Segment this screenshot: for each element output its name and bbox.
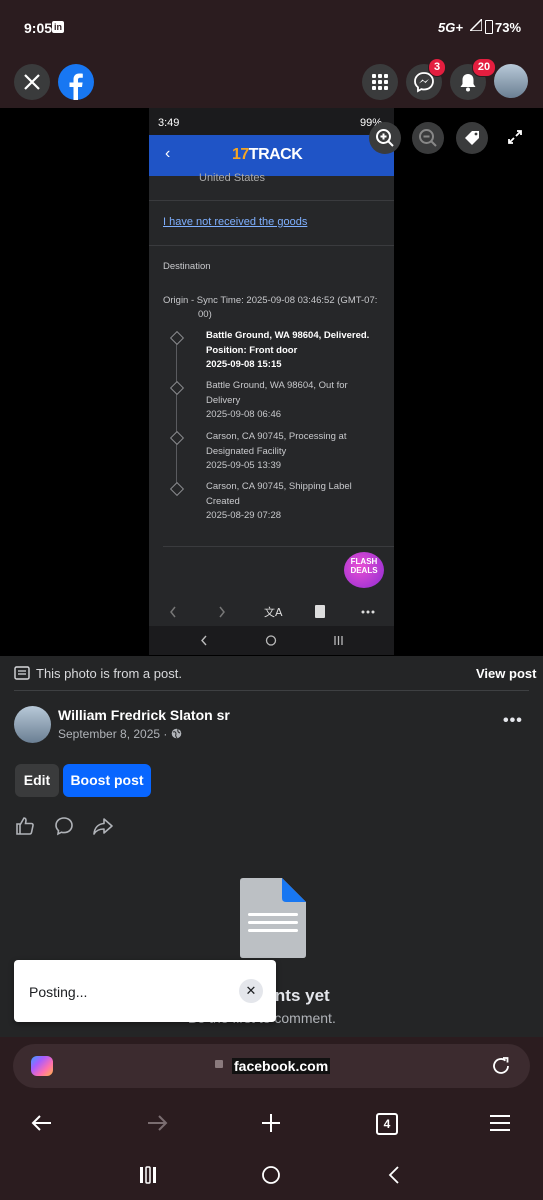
flash-deals-badge: FLASH DEALS (344, 552, 384, 588)
post-document-icon (14, 666, 30, 680)
event-line: Delivery (206, 394, 241, 406)
status-time: 9:05 (24, 20, 53, 36)
system-back-icon[interactable] (388, 1166, 399, 1184)
copilot-icon[interactable] (31, 1056, 53, 1076)
timeline-node (169, 481, 185, 497)
screenshot-status-bar (149, 108, 394, 135)
screenshot-back-icon: ‹ (165, 145, 171, 162)
forward-icon[interactable] (145, 1112, 169, 1134)
battery-icon (485, 20, 493, 34)
globe-icon (171, 728, 182, 739)
menu-button[interactable] (362, 64, 398, 100)
close-icon: ✕ (245, 983, 257, 998)
profile-avatar[interactable] (494, 64, 528, 98)
edit-button[interactable]: Edit (15, 764, 59, 797)
timeline-event: Battle Ground, WA 98604, Out for Deliver… (206, 379, 386, 423)
timeline-node (169, 380, 185, 396)
tag-icon (465, 131, 479, 145)
close-icon (24, 74, 40, 90)
divider (163, 546, 394, 547)
destination-label: Destination (163, 261, 211, 272)
event-time: 2025-09-08 06:46 (206, 409, 282, 420)
posted-screenshot: 3:49 99% ‹ 17TRACK United States I have … (149, 108, 394, 655)
boost-post-button[interactable]: Boost post (63, 764, 151, 797)
view-post-link[interactable]: View post (476, 666, 536, 681)
timeline-node (169, 330, 185, 346)
zoom-out-icon (419, 129, 437, 147)
expand-button[interactable] (506, 128, 524, 151)
messenger-badge: 3 (428, 58, 446, 77)
divider (14, 690, 529, 691)
signal-icon (470, 19, 482, 31)
close-button[interactable] (14, 64, 50, 100)
notifications-badge: 20 (472, 58, 496, 77)
timeline-line (176, 338, 177, 486)
share-icon[interactable] (92, 815, 114, 837)
country-text: United States (199, 172, 266, 184)
timeline-node (169, 430, 185, 446)
url-text[interactable]: facebook.com (232, 1058, 331, 1074)
facebook-f-icon (69, 73, 83, 100)
event-line: Designated Facility (206, 445, 287, 457)
post-date-text: September 8, 2025 · (58, 727, 171, 741)
origin-line-2: 00) (198, 309, 212, 320)
event-line: Battle Ground, WA 98604, Delivered. (206, 330, 370, 341)
post-date[interactable]: September 8, 2025 · (58, 727, 182, 741)
author-avatar[interactable] (14, 706, 51, 743)
zoom-in-button[interactable] (369, 122, 401, 154)
tag-button[interactable] (456, 122, 488, 154)
tabs-button[interactable]: 4 (376, 1113, 398, 1135)
17track-logo: 17TRACK (232, 146, 303, 164)
home-icon[interactable] (262, 1166, 280, 1184)
new-tab-icon[interactable] (260, 1112, 282, 1134)
system-navigation-bar (140, 1166, 399, 1184)
logo-prefix: 17 (232, 146, 249, 163)
zoom-out-button[interactable] (412, 122, 444, 154)
event-line: Carson, CA 90745, Shipping Label (206, 481, 352, 492)
recent-apps-icon[interactable] (140, 1166, 156, 1184)
event-time: 2025-09-05 13:39 (206, 460, 282, 471)
grid-menu-icon (372, 74, 388, 90)
hamburger-menu-icon[interactable] (488, 1113, 512, 1133)
timeline-event: Carson, CA 90745, Processing at Designat… (206, 430, 386, 474)
comment-icon[interactable] (53, 815, 75, 837)
timeline-event: Battle Ground, WA 98604, Delivered. Posi… (206, 329, 386, 373)
lock-icon (215, 1060, 223, 1068)
timeline-event: Carson, CA 90745, Shipping Label Created… (206, 480, 386, 524)
screenshot-system-nav (149, 626, 394, 655)
event-line: Created (206, 495, 240, 507)
screenshot-time: 3:49 (158, 117, 180, 129)
zoom-in-icon (376, 129, 394, 147)
event-line: Position: Front door (206, 344, 298, 356)
author-name[interactable]: William Fredrick Slaton sr (58, 707, 230, 723)
event-time: 2025-09-08 15:15 (206, 359, 282, 370)
toast-close-button[interactable]: ✕ (239, 979, 263, 1003)
back-icon[interactable] (30, 1112, 54, 1134)
toast-message: Posting... (29, 984, 88, 1000)
svg-text:文A: 文A (264, 605, 283, 619)
facebook-logo[interactable] (58, 64, 94, 100)
empty-comments-document-icon (240, 878, 306, 958)
event-time: 2025-08-29 07:28 (206, 510, 282, 521)
divider (149, 245, 394, 246)
battery-level: 73% (495, 20, 522, 35)
screenshot-browser-toolbar: 文A (170, 605, 375, 619)
logo-suffix: TRACK (248, 146, 303, 163)
origin-line-1: Origin - Sync Time: 2025-09-08 03:46:52 … (163, 295, 378, 306)
more-options-button[interactable]: ••• (503, 712, 523, 730)
divider (149, 200, 394, 201)
reload-icon[interactable] (490, 1055, 512, 1077)
from-post-text: This photo is from a post. (36, 666, 182, 681)
like-icon[interactable] (14, 815, 36, 837)
network-indicator: 5G+ (438, 20, 463, 35)
not-received-link: I have not received the goods (163, 216, 308, 228)
expand-icon (508, 130, 522, 144)
linkedin-notification-icon: in (52, 21, 64, 33)
flash-line: FLASH (350, 557, 378, 566)
event-line: Battle Ground, WA 98604, Out for (206, 380, 348, 391)
event-line: Carson, CA 90745, Processing at (206, 431, 347, 442)
flash-line: DEALS (350, 566, 378, 575)
